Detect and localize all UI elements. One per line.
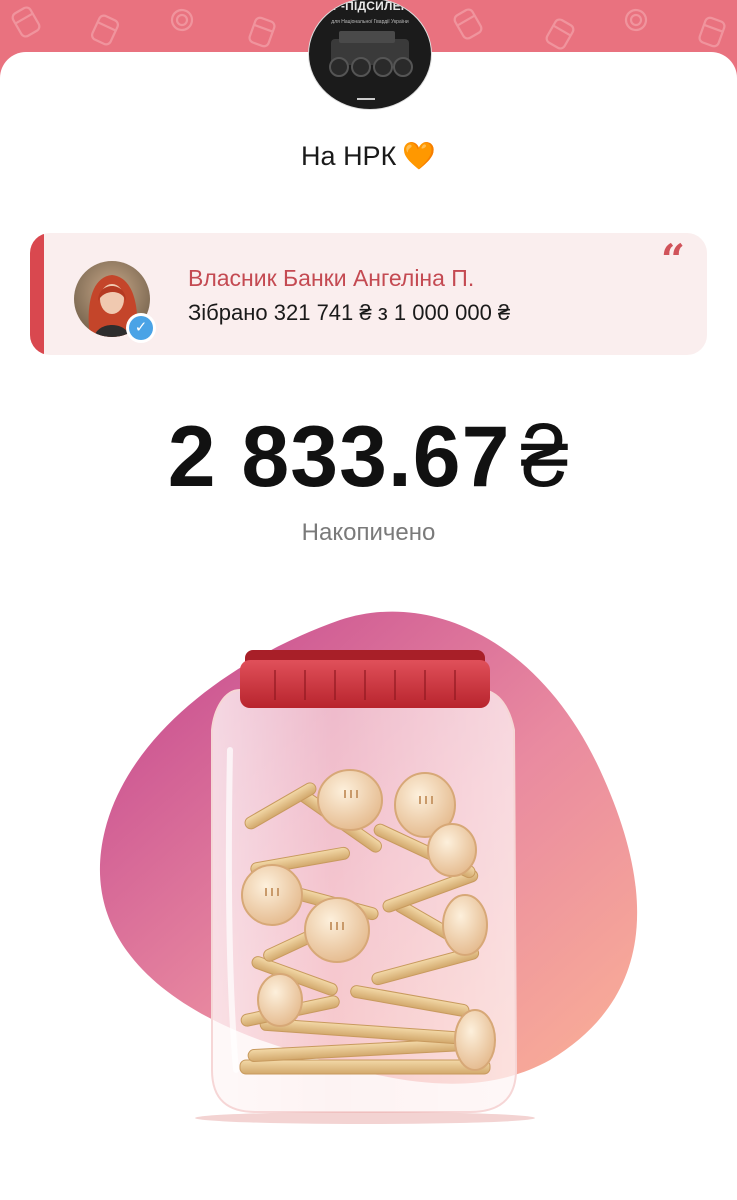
jar-title: На НРК 🧡 (0, 140, 737, 172)
owner-name: Власник Банки Ангеліна П. (188, 265, 475, 291)
quote-icon: “ (660, 235, 685, 284)
balance-amount: 2 833.67 ₴ (0, 408, 737, 507)
check-icon: ✓ (129, 316, 153, 340)
balance-value: 2 833.67 (167, 409, 511, 505)
owner-card[interactable]: ✓ Власник Банки Ангеліна П. Зібрано 321 … (30, 233, 707, 355)
owner-progress-text: Зібрано 321 741 ₴ з 1 000 000 ₴ (188, 300, 511, 325)
jar-illustration (90, 600, 650, 1140)
jar-title-text: На НРК (301, 141, 397, 171)
orange-heart-icon: 🧡 (402, 141, 436, 171)
vehicle-icon (329, 31, 413, 100)
balance-label: Накопичено (301, 519, 436, 546)
verified-badge: ✓ (126, 313, 156, 343)
currency-symbol: ₴ (520, 409, 570, 505)
jar-cover-image: ЗБІР-ПІДСИЛЕННЯ для Національної Гвардії… (308, 0, 432, 110)
owner-card-accent (30, 233, 44, 355)
jar-icon (99, 611, 638, 1124)
